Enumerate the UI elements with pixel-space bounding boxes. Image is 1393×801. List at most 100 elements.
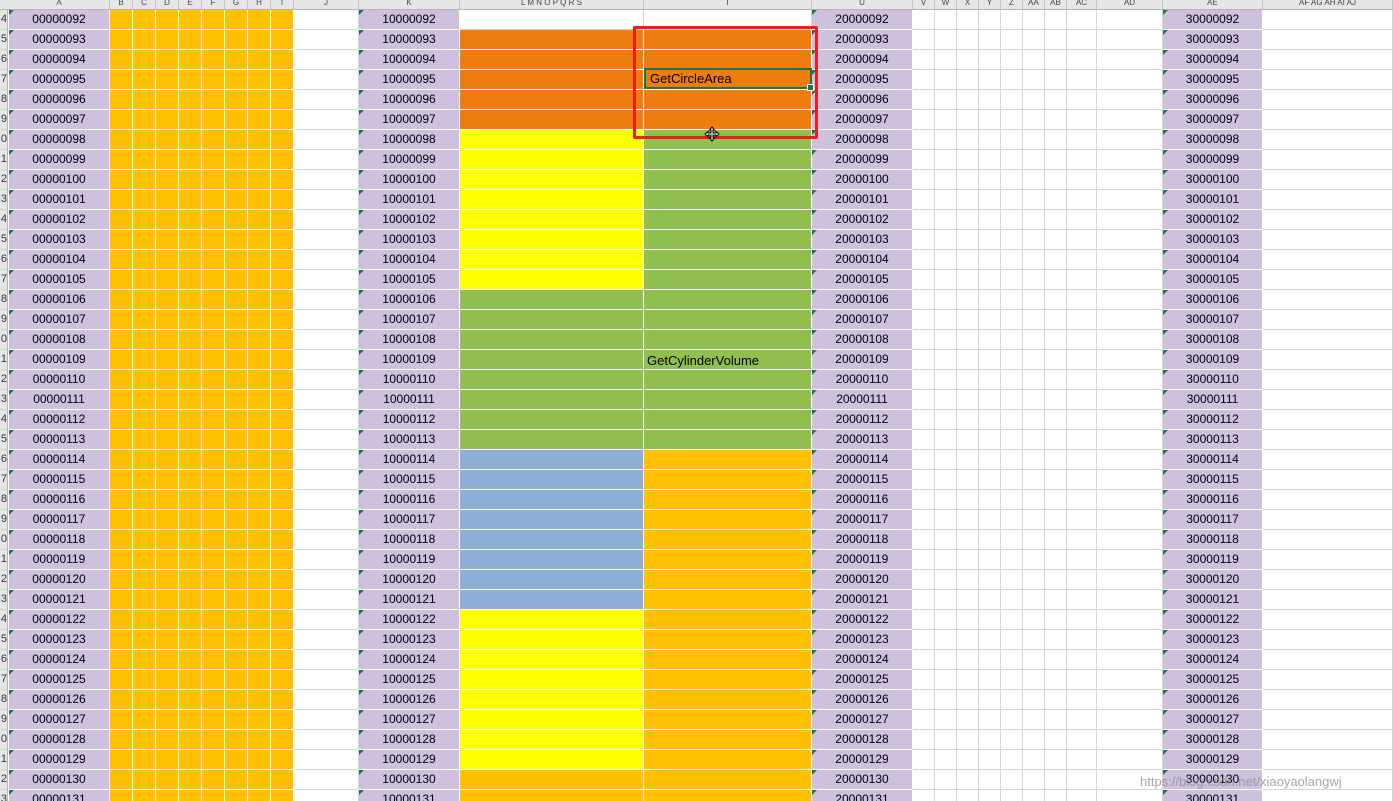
cell-ac[interactable] xyxy=(1067,670,1097,690)
cell-t[interactable] xyxy=(644,270,812,290)
row-number[interactable]: 3 xyxy=(0,590,8,610)
cell-t[interactable] xyxy=(644,530,812,550)
cell-h[interactable] xyxy=(248,90,271,110)
cell-ac[interactable] xyxy=(1067,550,1097,570)
cell-ab[interactable] xyxy=(1045,330,1067,350)
cell-af[interactable] xyxy=(1263,530,1393,550)
cell-x[interactable] xyxy=(957,470,979,490)
row-number[interactable]: 6 xyxy=(0,450,8,470)
cell-f[interactable] xyxy=(202,490,225,510)
cell-b[interactable] xyxy=(110,650,133,670)
cell-y[interactable] xyxy=(979,350,1001,370)
cell-i[interactable] xyxy=(271,270,294,290)
cell-y[interactable] xyxy=(979,170,1001,190)
cell-ab[interactable] xyxy=(1045,450,1067,470)
cell-j[interactable] xyxy=(294,610,359,630)
cell-y[interactable] xyxy=(979,290,1001,310)
cell-d[interactable] xyxy=(156,610,179,630)
cell-b[interactable] xyxy=(110,410,133,430)
cell-h[interactable] xyxy=(248,790,271,801)
cell-a[interactable]: 00000111 xyxy=(9,390,110,410)
cell-x[interactable] xyxy=(957,350,979,370)
cell-ae[interactable]: 30000106 xyxy=(1163,290,1263,310)
cell-ac[interactable] xyxy=(1067,350,1097,370)
cell-y[interactable] xyxy=(979,490,1001,510)
cell-j[interactable] xyxy=(294,50,359,70)
cell-b[interactable] xyxy=(110,450,133,470)
cell-j[interactable] xyxy=(294,90,359,110)
cell-w[interactable] xyxy=(935,690,957,710)
cell-e[interactable] xyxy=(179,550,202,570)
cell-af[interactable] xyxy=(1263,730,1393,750)
cell-x[interactable] xyxy=(957,550,979,570)
cell-h[interactable] xyxy=(248,730,271,750)
cell-a[interactable]: 00000094 xyxy=(9,50,110,70)
cell-j[interactable] xyxy=(294,310,359,330)
cell-z[interactable] xyxy=(1001,710,1023,730)
cell-f[interactable] xyxy=(202,190,225,210)
cell-u[interactable]: 20000101 xyxy=(812,190,913,210)
cell-g[interactable] xyxy=(225,710,248,730)
cell-g[interactable] xyxy=(225,630,248,650)
cell-w[interactable] xyxy=(935,410,957,430)
cell-t[interactable] xyxy=(644,750,812,770)
cell-ae[interactable]: 30000107 xyxy=(1163,310,1263,330)
cell-k[interactable]: 10000095 xyxy=(359,70,460,90)
cell-w[interactable] xyxy=(935,610,957,630)
column-header-i[interactable]: I xyxy=(271,0,294,9)
cell-a[interactable]: 00000114 xyxy=(9,450,110,470)
cell-af[interactable] xyxy=(1263,310,1393,330)
cell-v[interactable] xyxy=(913,750,935,770)
cell-aa[interactable] xyxy=(1023,110,1045,130)
cell-i[interactable] xyxy=(271,550,294,570)
cell-x[interactable] xyxy=(957,390,979,410)
cell-u[interactable]: 20000111 xyxy=(812,390,913,410)
cell-d[interactable] xyxy=(156,690,179,710)
cell-f[interactable] xyxy=(202,70,225,90)
row-number[interactable]: 2 xyxy=(0,370,8,390)
cell-c[interactable] xyxy=(133,330,156,350)
cell-k[interactable]: 10000099 xyxy=(359,150,460,170)
cell-y[interactable] xyxy=(979,790,1001,801)
cell-b[interactable] xyxy=(110,630,133,650)
cell-w[interactable] xyxy=(935,170,957,190)
cell-e[interactable] xyxy=(179,390,202,410)
cell-c[interactable] xyxy=(133,270,156,290)
cell-h[interactable] xyxy=(248,570,271,590)
cell-ae[interactable]: 30000103 xyxy=(1163,230,1263,250)
cell-ad[interactable] xyxy=(1097,190,1163,210)
cell-z[interactable] xyxy=(1001,250,1023,270)
cell-k[interactable]: 10000100 xyxy=(359,170,460,190)
cell-g[interactable] xyxy=(225,230,248,250)
cell-d[interactable] xyxy=(156,790,179,801)
cell-j[interactable] xyxy=(294,190,359,210)
cell-ls[interactable] xyxy=(460,510,644,530)
cell-g[interactable] xyxy=(225,690,248,710)
cell-ls[interactable] xyxy=(460,130,644,150)
cell-ac[interactable] xyxy=(1067,150,1097,170)
cell-z[interactable] xyxy=(1001,230,1023,250)
cell-j[interactable] xyxy=(294,430,359,450)
cell-z[interactable] xyxy=(1001,570,1023,590)
cell-b[interactable] xyxy=(110,190,133,210)
cell-ae[interactable]: 30000110 xyxy=(1163,370,1263,390)
cell-d[interactable] xyxy=(156,30,179,50)
cell-f[interactable] xyxy=(202,670,225,690)
cell-aa[interactable] xyxy=(1023,450,1045,470)
cell-x[interactable] xyxy=(957,430,979,450)
cell-f[interactable] xyxy=(202,370,225,390)
cell-a[interactable]: 00000097 xyxy=(9,110,110,130)
cell-v[interactable] xyxy=(913,130,935,150)
cell-ls[interactable] xyxy=(460,250,644,270)
cell-ac[interactable] xyxy=(1067,30,1097,50)
cell-f[interactable] xyxy=(202,510,225,530)
cell-ab[interactable] xyxy=(1045,370,1067,390)
cell-w[interactable] xyxy=(935,650,957,670)
cell-d[interactable] xyxy=(156,330,179,350)
cell-af[interactable] xyxy=(1263,490,1393,510)
cell-j[interactable] xyxy=(294,150,359,170)
cell-v[interactable] xyxy=(913,490,935,510)
row-number[interactable]: 3 xyxy=(0,790,8,801)
cell-g[interactable] xyxy=(225,370,248,390)
cell-j[interactable] xyxy=(294,470,359,490)
